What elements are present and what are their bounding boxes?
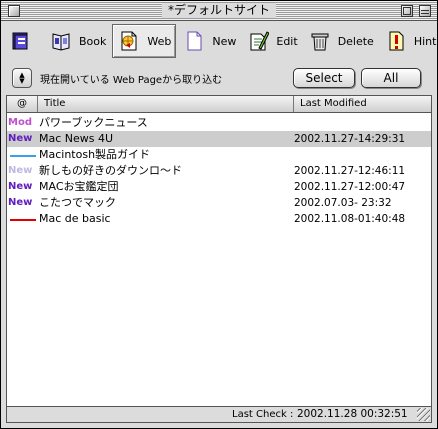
- title-bar[interactable]: *デフォルトサイト: [1, 1, 437, 21]
- row-last-modified: 2002.11.27-12:00:47: [294, 181, 406, 193]
- toolbar: Book Web New Edit Delete Hint: [5, 23, 436, 59]
- window-title: *デフォルトサイト: [161, 3, 277, 18]
- last-check-label: Last Check :: [232, 409, 294, 420]
- row-title: パワーブックニュース: [39, 116, 148, 129]
- table-row[interactable]: New 新しもの好きのダウンロ～ド 2002.11.27-12:46:11: [7, 163, 431, 179]
- table-row[interactable]: New Mac News 4U 2002.11.27-14:29:31: [7, 131, 431, 147]
- tool-new[interactable]: New: [178, 24, 240, 58]
- row-title: Macintosh製品ガイド: [39, 148, 151, 161]
- column-header-title[interactable]: Title: [38, 96, 294, 112]
- all-button[interactable]: All: [361, 68, 421, 88]
- table-row[interactable]: New こたつでマック 2002.07.03- 23:32: [7, 195, 431, 211]
- tool-new-label: New: [212, 34, 237, 48]
- zoom-box-button[interactable]: [401, 5, 413, 17]
- row-status-mark: [8, 147, 38, 163]
- table-header: @ Title Last Modified: [7, 96, 431, 113]
- row-last-modified: 2002.11.27-12:46:11: [294, 165, 406, 177]
- table-body: Mod パワーブックニュース New Mac News 4U 2002.11.27-14…: [7, 113, 431, 406]
- new-page-icon: [182, 29, 206, 53]
- bookmark-book-icon: [9, 29, 33, 53]
- row-title: Mac News 4U: [39, 132, 114, 145]
- select-button[interactable]: Select: [293, 68, 355, 88]
- row-title: MACお宝鑑定団: [39, 180, 119, 193]
- column-header-last-modified[interactable]: Last Modified: [294, 96, 431, 112]
- close-box-button[interactable]: [8, 5, 20, 17]
- collapse-box-button[interactable]: [419, 5, 431, 17]
- table-row[interactable]: Mod パワーブックニュース: [7, 115, 431, 131]
- row-title: 新しもの好きのダウンロ～ド: [39, 164, 182, 177]
- edit-pencil-icon: [246, 29, 270, 53]
- row-title: こたつでマック: [39, 196, 116, 209]
- tool-bookmark[interactable]: [5, 24, 43, 58]
- row-status-mark: Mod: [8, 117, 32, 128]
- import-label: 現在開いている Web Pageから取り込む: [40, 75, 223, 86]
- row-status-mark: New: [8, 197, 33, 208]
- table-row[interactable]: Mac de basic 2002.11.08-01:40:48: [7, 211, 431, 227]
- hint-exclamation-icon: [384, 29, 408, 53]
- column-header-mark[interactable]: @: [7, 96, 38, 112]
- row-status-mark: New: [8, 165, 33, 176]
- tool-delete-label: Delete: [337, 34, 374, 48]
- resize-grip[interactable]: [417, 408, 430, 421]
- up-down-arrows-icon: ▲ ▼: [19, 71, 25, 85]
- table-row[interactable]: New MACお宝鑑定団 2002.11.27-12:00:47: [7, 179, 431, 195]
- row-title: Mac de basic: [39, 212, 111, 225]
- tool-book-label: Book: [79, 34, 107, 48]
- tool-web-label: Web: [147, 34, 172, 48]
- import-popup-button[interactable]: ▲ ▼: [12, 68, 32, 88]
- book-icon: [49, 29, 73, 53]
- tool-hint[interactable]: Hint: [380, 24, 438, 58]
- status-bar: Last Check : 2002.11.28 00:32:51: [6, 407, 432, 423]
- trash-icon: [308, 29, 332, 53]
- tool-edit-label: Edit: [276, 34, 298, 48]
- tool-web[interactable]: Web: [112, 24, 177, 58]
- table-row[interactable]: Macintosh製品ガイド: [7, 147, 431, 163]
- web-page-icon: [117, 29, 141, 53]
- row-last-modified: 2002.07.03- 23:32: [294, 197, 392, 209]
- row-last-modified: 2002.11.27-14:29:31: [294, 133, 406, 145]
- command-row: ▲ ▼ 現在開いている Web Pageから取り込む Select All: [7, 65, 431, 91]
- row-status-mark: New: [8, 181, 33, 192]
- bookmark-table: @ Title Last Modified Mod パワーブックニュース New Ma…: [6, 95, 432, 407]
- tool-hint-label: Hint: [413, 34, 437, 48]
- tool-delete[interactable]: Delete: [304, 24, 378, 58]
- row-last-modified: 2002.11.08-01:40:48: [294, 213, 406, 225]
- tool-book[interactable]: Book: [45, 24, 110, 58]
- tool-edit[interactable]: Edit: [242, 24, 301, 58]
- row-status-mark: New: [8, 133, 33, 144]
- last-check-value: 2002.11.28 00:32:51: [297, 408, 408, 420]
- row-status-mark: [8, 211, 38, 227]
- app-window: *デフォルトサイト Book Web New Edit Delete Hint …: [0, 0, 438, 429]
